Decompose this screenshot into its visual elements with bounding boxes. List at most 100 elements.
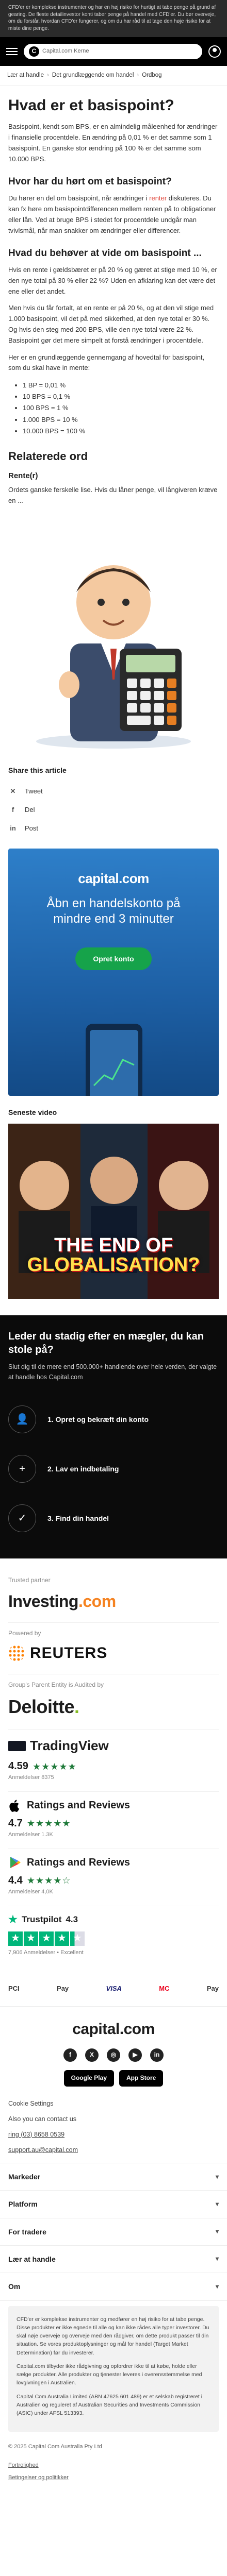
chevron-down-icon: ▾ (215, 2200, 219, 2208)
share-label: Del (25, 806, 35, 814)
app-store-badge[interactable]: App Store (119, 2070, 164, 2087)
twitter-icon: ✕ (10, 787, 16, 795)
risk-warning-banner: CFD'er er komplekse instrumenter og har … (0, 0, 227, 37)
youtube-icon[interactable]: ▶ (128, 2048, 142, 2062)
share-title: Share this article (8, 766, 67, 774)
accordion-learn[interactable]: Lær at handle ▾ (0, 2245, 227, 2273)
trustpilot-stars: ★ ★ ★ ★ ★ (8, 1931, 219, 1946)
videos-title: Seneste video (8, 1108, 57, 1116)
footer-links: Cookie Settings Also you can contact us … (8, 2096, 219, 2158)
linkedin-icon[interactable]: in (150, 2048, 164, 2062)
partner-deloitte: Group's Parent Entity is Audited by Delo… (8, 1674, 219, 1731)
promo-banner: capital.com Åbn en handelskonto på mindr… (8, 848, 219, 1096)
site-footer: capital.com f X ◎ ▶ in Google Play App S… (0, 2007, 227, 2163)
rating-value: 4.3 (66, 1914, 78, 1925)
deposit-icon: + (8, 1455, 36, 1483)
linkedin-icon: in (10, 824, 16, 833)
x-icon[interactable]: X (85, 2048, 99, 2062)
section-heading: Hvor har du hørt om et basispoint? (8, 176, 172, 188)
reuters-logo[interactable]: REUTERS (8, 1642, 219, 1665)
rating-value: 4.4 (8, 1874, 23, 1886)
related-description: Ordets ganske ferskelle lise. Hvis du lå… (8, 485, 218, 504)
breadcrumb-glossary[interactable]: Ordbog (142, 71, 161, 80)
share-facebook[interactable]: f Del (8, 801, 219, 820)
instagram-icon[interactable]: ◎ (107, 2048, 120, 2062)
search-input[interactable]: C Capital.com Kerne (24, 44, 202, 59)
list-item: 10.000 BPS = 100 % (23, 426, 219, 437)
partner-label: Group's Parent Entity is Audited by (8, 1681, 104, 1688)
related-title: Relaterede ord (8, 449, 88, 463)
chevron-right-icon: › (137, 72, 139, 78)
breadcrumb: Lær at handle › Det grundlæggende om han… (0, 66, 227, 86)
tradingview-name: TradingView (30, 1738, 109, 1754)
open-account-button[interactable]: Opret konto (75, 947, 152, 970)
renter-link[interactable]: renter (149, 194, 167, 202)
step-label: 2. Lav en indbetaling (47, 1464, 119, 1473)
stars-icon: ★★★★★ (32, 1761, 77, 1772)
terms-link[interactable]: Betingelser og politikker (8, 2472, 219, 2484)
rating-count: Anmeldelser 1.3K (8, 1832, 53, 1838)
google-play-icon (10, 1857, 21, 1869)
list-item: 10 BPS = 0,1 % (23, 391, 219, 402)
google-app-rating[interactable]: Ratings and Reviews 4.4 ★★★★☆ Anmeldelse… (8, 1849, 219, 1906)
trust-section: Leder du stadig efter en mægler, du kan … (0, 1315, 227, 1559)
tradingview-rating[interactable]: TradingView 4.59 ★★★★★ Anmeldelser 8375 (8, 1730, 219, 1792)
menu-icon[interactable] (6, 48, 18, 55)
bps-list: 1 BP = 0,01 % 10 BPS = 0,1 % 100 BPS = 1… (8, 380, 219, 436)
privacy-link[interactable]: Fortrolighed (8, 2460, 219, 2472)
step-find-trade[interactable]: ✓ 3. Find din handel (8, 1494, 219, 1543)
user-icon[interactable] (208, 45, 221, 58)
deloitte-logo[interactable]: Deloitte. (8, 1693, 219, 1720)
article: Hvad er et basispoint? Basispoint, kendt… (0, 86, 227, 761)
investing-logo[interactable]: Investing.com (8, 1589, 219, 1613)
disclaimer-text: CFD'er er komplekse instrumenter og medf… (17, 2316, 209, 2356)
section-heading: Hvad du behøver at vide om basispoint ..… (8, 248, 202, 259)
accordion-platform[interactable]: Platform ▾ (0, 2190, 227, 2217)
paragraph: Her er en grundlæggende gennemgang af ho… (8, 353, 205, 372)
promo-text: Åbn en handelskonto på mindre end 3 minu… (46, 896, 181, 926)
video-thumbnail[interactable]: THE END OF GLOBALISATION? (8, 1124, 219, 1299)
cookie-settings-link[interactable]: Cookie Settings (8, 2096, 219, 2111)
apple-icon (9, 1800, 20, 1812)
share-twitter[interactable]: ✕ Tweet (8, 783, 219, 801)
bottom-links: Fortrolighed Betingelser og politikker (0, 2458, 227, 2500)
facebook-icon[interactable]: f (63, 2048, 77, 2062)
rating-value: 4.59 (8, 1760, 28, 1772)
list-item: 100 BPS = 1 % (23, 402, 219, 414)
footer-logo[interactable]: capital.com (8, 2018, 219, 2041)
rating-value: 4.7 (8, 1818, 23, 1829)
trustpilot-name: Trustpilot (21, 1914, 62, 1925)
breadcrumb-basics[interactable]: Det grundlæggende om handel (52, 71, 134, 80)
trustpilot-rating[interactable]: ★ Trustpilot 4.3 ★ ★ ★ ★ ★ 7,906 Anmeldelser… (8, 1906, 219, 1967)
list-item: 1.000 BPS = 10 % (23, 414, 219, 426)
social-links: f X ◎ ▶ in (8, 2048, 219, 2062)
stars-icon: ★★★★☆ (26, 1875, 71, 1886)
breadcrumb-learn[interactable]: Lær at handle (7, 71, 44, 80)
store-badges: Google Play App Store (8, 2070, 219, 2087)
check-icon: ✓ (8, 1504, 36, 1533)
phone-link[interactable]: ring (03) 8658 0539 (8, 2127, 219, 2142)
search-placeholder: Capital.com Kerne (42, 48, 89, 55)
paragraph: Men hvis du får fortalt, at en rente er … (8, 304, 214, 344)
paragraph: Hvis en rente i gældsbæret er på 20 % og… (8, 266, 217, 295)
accordion-traders[interactable]: For tradere ▾ (0, 2217, 227, 2245)
email-link[interactable]: support.au@capital.com (8, 2142, 219, 2158)
partner-investing: Trusted partner Investing.com (8, 1570, 219, 1623)
facebook-icon: f (11, 806, 14, 814)
accordion-about[interactable]: Om ▾ (0, 2273, 227, 2301)
step-create-account[interactable]: 👤 1. Opret og bekræft din konto (8, 1395, 219, 1444)
pci-logo: PCI (8, 1984, 20, 1992)
rating-count: Anmeldelser 4,0K (8, 1888, 53, 1895)
promo-phone-illustration (86, 1023, 142, 1096)
trust-title: Leder du stadig efter en mægler, du kan … (8, 1331, 204, 1356)
share-linkedin[interactable]: in Post (8, 820, 219, 838)
related-term-link[interactable]: Rente(r) (8, 470, 219, 482)
google-play-badge[interactable]: Google Play (63, 2070, 114, 2087)
apple-app-rating[interactable]: Ratings and Reviews 4.7 ★★★★★ Anmeldelse… (8, 1792, 219, 1849)
user-add-icon: 👤 (8, 1405, 36, 1434)
logo-badge[interactable]: C (29, 46, 39, 57)
step-deposit[interactable]: + 2. Lav en indbetaling (8, 1444, 219, 1494)
trustpilot-meta: 7,906 Anmeldelser • Excellent (8, 1949, 84, 1956)
accordion-markets[interactable]: Markeder ▾ (0, 2163, 227, 2190)
share-section: Share this article ✕ Tweet f Del in Post (0, 765, 227, 838)
